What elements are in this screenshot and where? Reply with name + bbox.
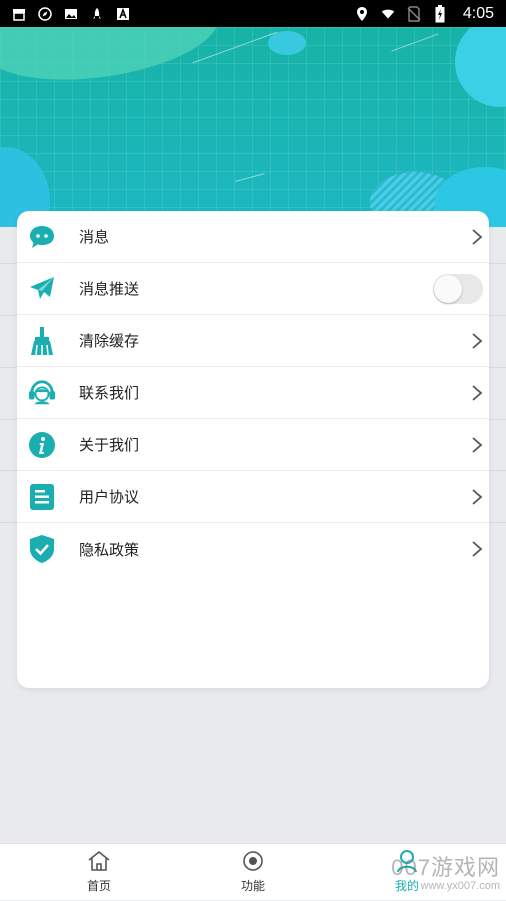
menu-item-label: 隐私政策 bbox=[79, 540, 140, 559]
wifi-icon bbox=[381, 7, 395, 21]
decor-blob-small bbox=[268, 31, 306, 55]
image-icon bbox=[64, 7, 78, 21]
menu-item-label: 消息 bbox=[79, 228, 110, 246]
row-divider-edge bbox=[489, 263, 506, 264]
row-divider-edge bbox=[489, 315, 506, 316]
info-icon bbox=[28, 431, 56, 459]
status-time: 4:05 bbox=[462, 4, 494, 22]
store-icon bbox=[12, 7, 26, 21]
menu-item-label: 消息推送 bbox=[79, 280, 140, 298]
watermark: 007游戏网 www.yx007.com bbox=[391, 850, 500, 892]
chevron-right-icon bbox=[472, 541, 483, 557]
shield-check-icon bbox=[28, 535, 56, 563]
rocket-icon bbox=[90, 7, 104, 21]
menu-item-label: 清除缓存 bbox=[79, 332, 140, 350]
no-sim-icon bbox=[407, 5, 421, 22]
menu-item-privacy-policy[interactable]: 隐私政策 bbox=[17, 523, 489, 575]
decor-streak bbox=[235, 173, 265, 182]
paper-plane-icon bbox=[28, 275, 56, 303]
toggle-knob bbox=[434, 274, 462, 303]
chevron-right-icon bbox=[472, 436, 483, 453]
row-divider-edge bbox=[0, 470, 17, 471]
chevron-right-icon bbox=[472, 488, 483, 505]
menu-item-push-notifications: 消息推送 bbox=[17, 263, 489, 315]
target-icon bbox=[243, 851, 263, 871]
decor-streak bbox=[391, 33, 439, 52]
row-divider-edge bbox=[0, 419, 17, 420]
compass-icon bbox=[38, 6, 52, 21]
row-divider-edge bbox=[0, 367, 17, 368]
menu-item-clear-cache[interactable]: 清除缓存 bbox=[17, 315, 489, 367]
document-icon bbox=[28, 483, 56, 511]
watermark-text: 007游戏网 bbox=[391, 855, 500, 880]
row-divider-edge bbox=[489, 419, 506, 420]
headset-icon bbox=[28, 379, 56, 407]
status-right-icons: 4:05 bbox=[355, 4, 494, 23]
status-bar: 4:05 bbox=[0, 0, 506, 27]
settings-card: 消息 消息推送 清除缓存 联系我们 关于我们 用户协议 隐私政策 bbox=[17, 211, 489, 688]
decor-blob-right bbox=[455, 27, 506, 107]
tab-home[interactable]: 首页 bbox=[59, 844, 139, 901]
chevron-right-icon bbox=[472, 384, 483, 401]
tab-label: 功能 bbox=[240, 879, 265, 893]
home-icon bbox=[88, 850, 110, 871]
menu-item-contact-us[interactable]: 联系我们 bbox=[17, 367, 489, 419]
row-divider-edge bbox=[489, 470, 506, 471]
chat-bubble-icon bbox=[28, 223, 56, 251]
menu-item-label: 联系我们 bbox=[79, 384, 140, 402]
header-banner bbox=[0, 27, 506, 227]
row-divider-edge bbox=[0, 315, 17, 316]
battery-charging-icon bbox=[433, 4, 447, 22]
menu-item-label: 用户协议 bbox=[79, 488, 140, 506]
row-divider-edge bbox=[0, 522, 17, 523]
chevron-right-icon bbox=[472, 228, 483, 245]
broom-icon bbox=[28, 326, 56, 355]
tab-features[interactable]: 功能 bbox=[213, 844, 293, 901]
row-divider-edge bbox=[489, 522, 506, 523]
tab-label: 首页 bbox=[86, 879, 111, 893]
menu-item-label: 关于我们 bbox=[79, 436, 140, 454]
menu-item-messages[interactable]: 消息 bbox=[17, 211, 489, 263]
row-divider-edge bbox=[0, 263, 17, 264]
chevron-right-icon bbox=[472, 332, 483, 349]
decor-blob-topleft bbox=[0, 27, 226, 94]
row-divider-edge bbox=[489, 367, 506, 368]
text-a-icon bbox=[116, 7, 130, 21]
status-left-icons bbox=[12, 6, 130, 21]
location-icon bbox=[355, 6, 369, 21]
menu-item-user-agreement[interactable]: 用户协议 bbox=[17, 471, 489, 523]
push-notification-toggle[interactable] bbox=[433, 273, 483, 304]
menu-item-about-us[interactable]: 关于我们 bbox=[17, 419, 489, 471]
